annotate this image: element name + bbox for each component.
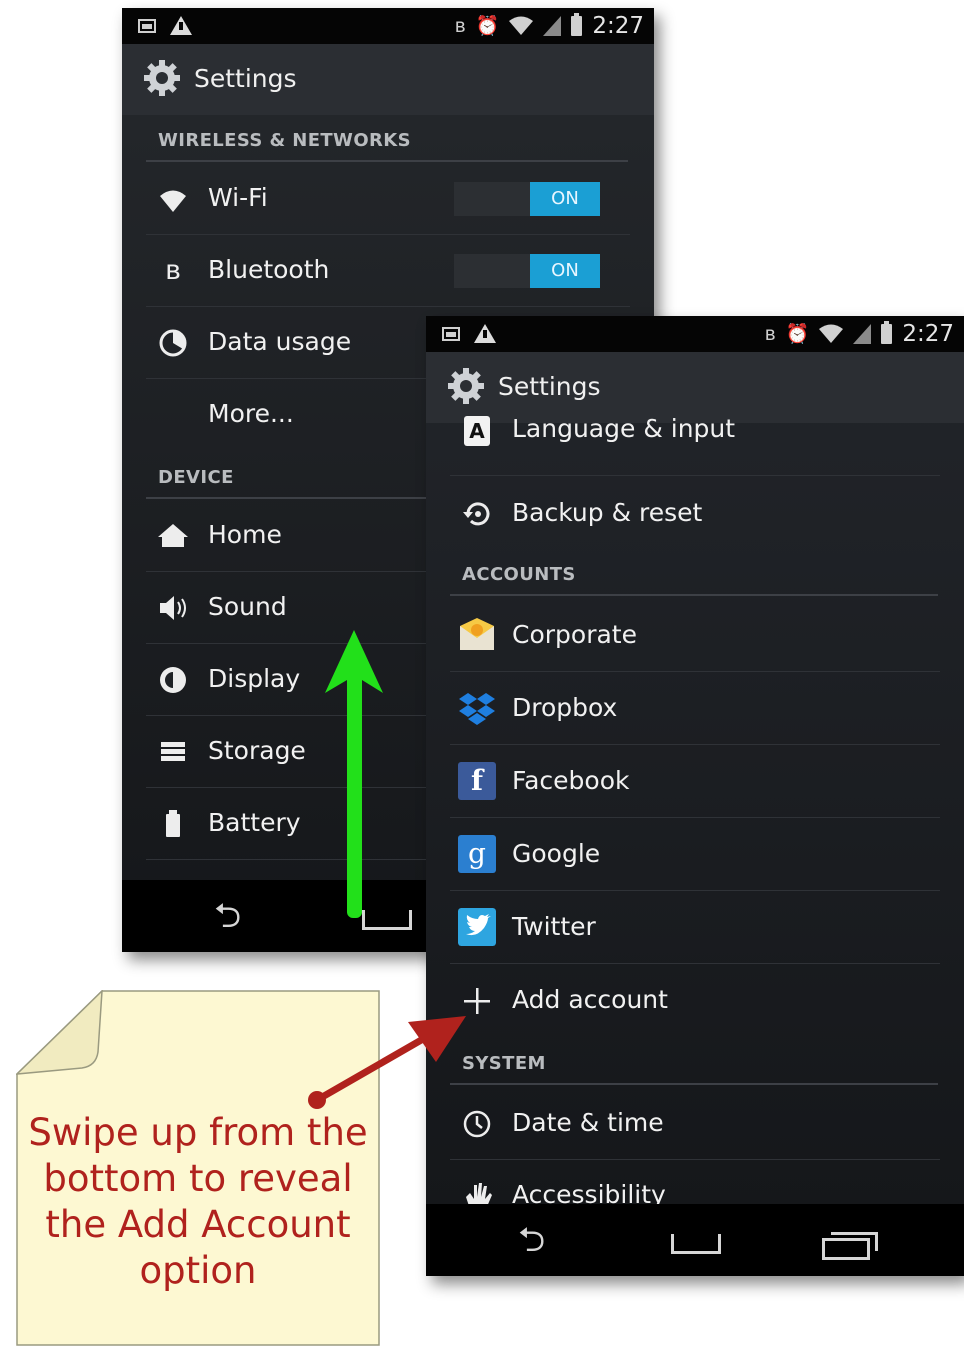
note-text: Swipe up from the bottom to reveal the A… — [16, 1110, 380, 1294]
settings-gear-icon — [144, 60, 180, 96]
setting-label: Accessibility — [512, 1180, 666, 1204]
section-system: SYSTEM — [450, 1041, 938, 1085]
setting-item-wifi[interactable]: Wi-Fi ON — [146, 163, 630, 235]
toggle-on-label: ON — [530, 182, 600, 216]
settings-screen-front: ʙ ⏰ 2:27 Settings A Language & input Bac… — [426, 316, 964, 1276]
note-line: Swipe up from the — [28, 1111, 368, 1154]
setting-label: Facebook — [512, 766, 630, 795]
clock: 2:27 — [902, 321, 954, 347]
setting-label: Data usage — [208, 327, 352, 356]
setting-item-accessibility[interactable]: Accessibility — [450, 1160, 940, 1204]
sticky-note: Swipe up from the bottom to reveal the A… — [16, 990, 380, 1346]
dropbox-icon — [459, 693, 495, 725]
setting-label: Corporate — [512, 620, 637, 649]
setting-label: Wi-Fi — [208, 183, 268, 212]
clock-icon — [463, 1110, 491, 1138]
setting-label: Storage — [208, 736, 306, 765]
add-account-item[interactable]: Add account — [450, 965, 940, 1037]
setting-label: Twitter — [512, 912, 596, 941]
account-item-corporate[interactable]: Corporate — [450, 600, 940, 672]
setting-label: Display — [208, 664, 301, 693]
wifi-signal-icon — [819, 324, 844, 343]
setting-label: Google — [512, 839, 601, 868]
recent-apps-button-icon[interactable] — [822, 1232, 878, 1260]
facebook-icon: f — [458, 762, 496, 800]
corporate-email-icon — [460, 618, 494, 650]
setting-label: Backup & reset — [512, 498, 703, 527]
home-button-icon[interactable] — [671, 1234, 721, 1254]
wifi-toggle[interactable]: ON — [454, 182, 600, 216]
warning-notification-icon — [170, 16, 192, 35]
section-accounts: ACCOUNTS — [450, 552, 938, 596]
app-title: Settings — [194, 64, 297, 93]
section-wireless-networks: WIRELESS & NETWORKS — [146, 118, 628, 162]
alarm-icon: ⏰ — [475, 15, 500, 37]
language-icon: A — [464, 416, 490, 446]
cell-signal-icon — [853, 324, 872, 344]
home-icon — [158, 524, 188, 547]
setting-item-date-time[interactable]: Date & time — [450, 1088, 940, 1160]
setting-label: More... — [208, 399, 294, 428]
app-title: Settings — [498, 372, 601, 401]
wifi-signal-icon — [509, 16, 534, 35]
hand-icon — [466, 1183, 492, 1204]
action-bar: Settings — [122, 44, 654, 115]
battery-status-icon — [571, 13, 583, 36]
account-item-facebook[interactable]: f Facebook — [450, 746, 940, 818]
brightness-icon — [160, 667, 186, 693]
cell-signal-icon — [543, 16, 562, 36]
account-item-twitter[interactable]: Twitter — [450, 892, 940, 964]
alarm-icon: ⏰ — [785, 323, 810, 345]
setting-label: Dropbox — [512, 693, 618, 722]
setting-item-language-input[interactable]: A Language & input — [450, 404, 940, 476]
battery-status-icon — [881, 321, 893, 344]
note-line: bottom to reveal — [43, 1157, 353, 1200]
status-bar: ʙ ⏰ 2:27 — [122, 8, 654, 44]
setting-label: Battery — [208, 808, 301, 837]
settings-gear-icon — [448, 368, 484, 404]
status-bar: ʙ ⏰ 2:27 — [426, 316, 964, 352]
toggle-on-label: ON — [530, 254, 600, 288]
plus-icon — [464, 988, 490, 1014]
note-line: the Add Account — [45, 1203, 351, 1246]
screenshot-notification-icon — [442, 326, 460, 341]
setting-item-backup-reset[interactable]: Backup & reset — [450, 478, 940, 550]
data-usage-icon — [159, 329, 187, 357]
bluetooth-status-icon: ʙ — [764, 323, 776, 345]
setting-label: Sound — [208, 592, 287, 621]
google-icon: g — [458, 835, 496, 873]
setting-label: Date & time — [512, 1108, 664, 1137]
warning-notification-icon — [474, 324, 496, 343]
setting-item-bluetooth[interactable]: ʙ Bluetooth ON — [146, 235, 630, 307]
account-item-google[interactable]: g Google — [450, 819, 940, 891]
bluetooth-toggle[interactable]: ON — [454, 254, 600, 288]
wifi-icon — [160, 190, 186, 212]
account-item-dropbox[interactable]: Dropbox — [450, 673, 940, 745]
setting-label: Language & input — [512, 414, 736, 443]
navigation-bar: ⮌ — [426, 1204, 964, 1276]
speaker-icon — [160, 596, 186, 620]
note-line: option — [139, 1249, 257, 1292]
storage-icon — [161, 742, 185, 761]
back-button-icon[interactable]: ⮌ — [518, 1216, 545, 1273]
twitter-icon — [458, 908, 496, 946]
setting-label: Add account — [512, 985, 668, 1014]
clock: 2:27 — [592, 13, 644, 39]
setting-label: Bluetooth — [208, 255, 330, 284]
bluetooth-status-icon: ʙ — [454, 15, 466, 37]
battery-icon — [166, 810, 180, 837]
bluetooth-icon: ʙ — [165, 255, 181, 286]
screenshot-notification-icon — [138, 18, 156, 33]
back-button-icon[interactable]: ⮌ — [214, 892, 241, 949]
home-button-icon[interactable] — [362, 910, 412, 930]
setting-label: Home — [208, 520, 282, 549]
backup-restore-icon — [463, 502, 490, 526]
